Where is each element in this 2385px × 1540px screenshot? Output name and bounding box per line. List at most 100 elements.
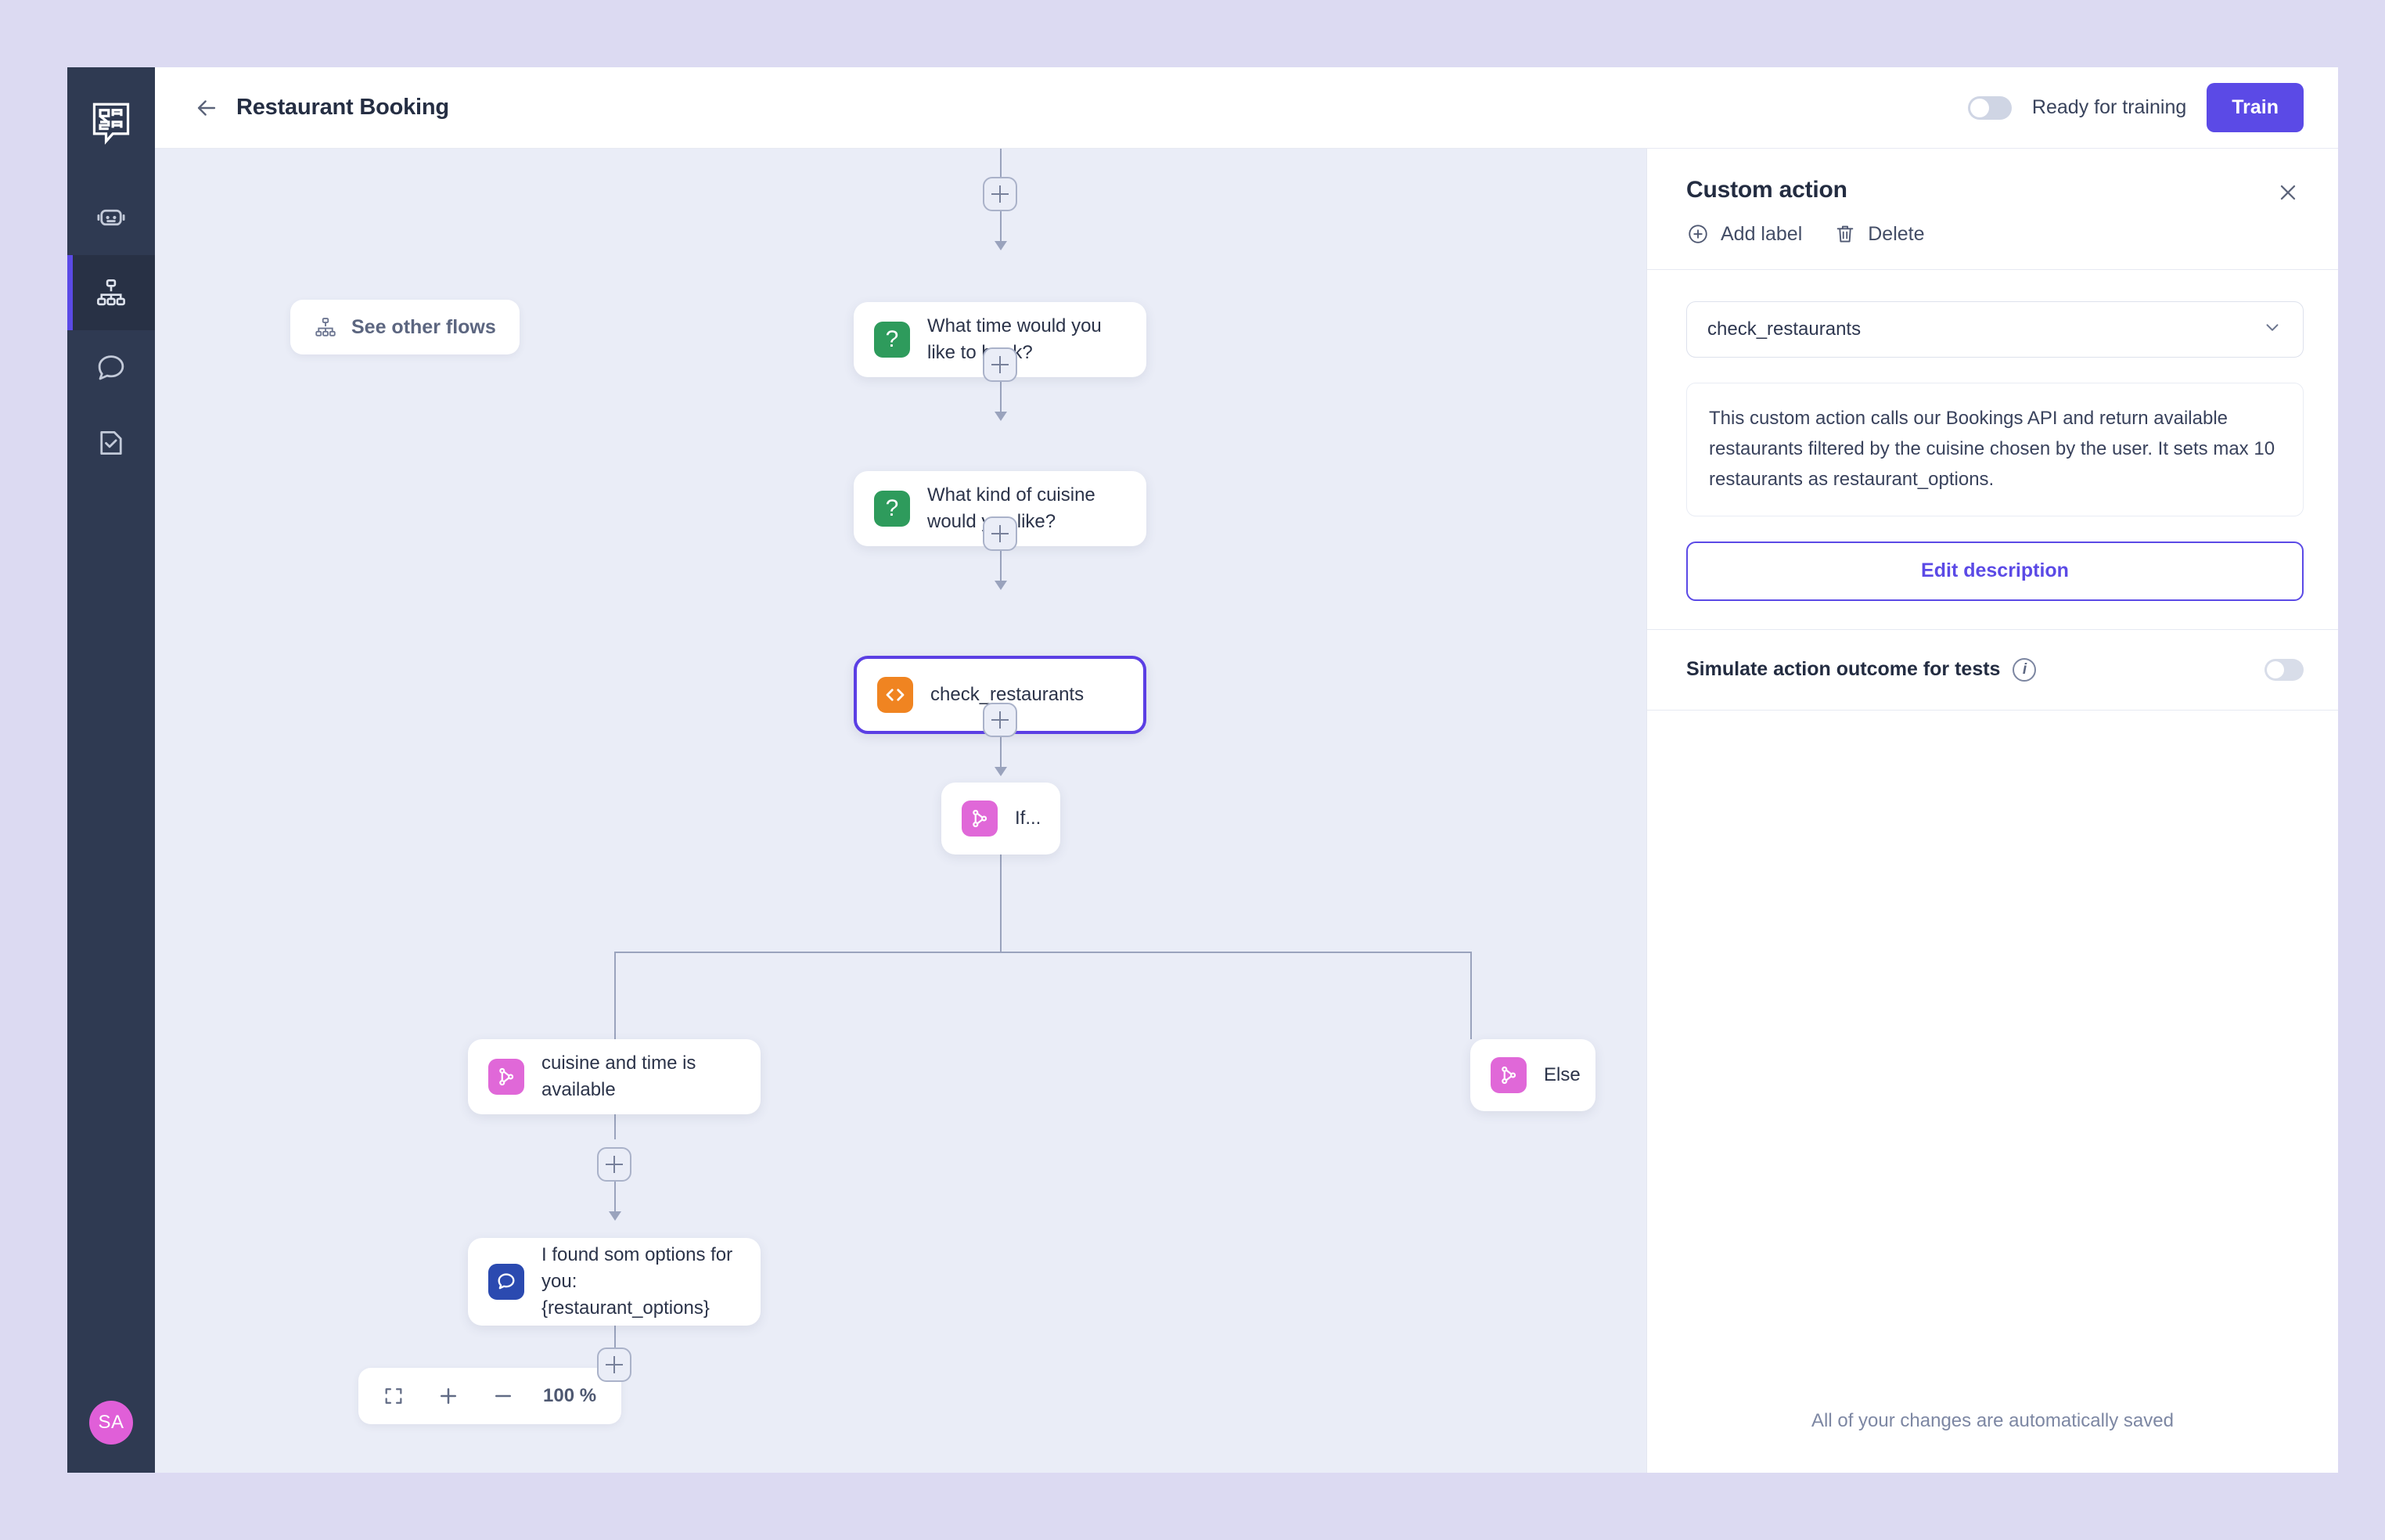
- see-other-flows-label: See other flows: [351, 316, 496, 339]
- close-icon: [2275, 180, 2300, 205]
- panel-title-row: Custom action: [1686, 177, 2304, 208]
- add-step-button-1[interactable]: [983, 177, 1017, 211]
- panel-body: check_restaurants This custom action cal…: [1647, 270, 2338, 629]
- arrow-node4: [995, 767, 1007, 776]
- action-select-value: check_restaurants: [1707, 318, 1861, 340]
- edge-split-left: [614, 952, 616, 1039]
- plus-circle-icon: [1686, 222, 1710, 246]
- branch-icon: [962, 801, 998, 837]
- flow-node-label: What kind of cuisine would you like?: [927, 482, 1126, 535]
- add-label-text: Add label: [1721, 223, 1802, 246]
- train-button[interactable]: Train: [2207, 83, 2304, 132]
- flow-node-label: If...: [1015, 805, 1041, 832]
- body-row: See other flows: [155, 149, 2338, 1473]
- avatar[interactable]: SA: [89, 1401, 133, 1445]
- flow-node-branch-true[interactable]: cuisine and time is available: [468, 1039, 761, 1114]
- app-window: SA Restaurant Booking Ready for training…: [67, 67, 2338, 1473]
- document-check-icon: [95, 426, 128, 459]
- toggle-knob: [2267, 661, 2284, 678]
- edge-plus3-to-node3: [1000, 551, 1002, 584]
- branch-icon: [488, 1059, 524, 1095]
- add-step-button-6[interactable]: [597, 1348, 631, 1382]
- sidebar-item-tests[interactable]: [67, 405, 155, 480]
- auto-saved-note: All of your changes are automatically sa…: [1647, 1410, 2338, 1432]
- arrow-node1: [995, 241, 1007, 250]
- ready-for-training-label: Ready for training: [2032, 96, 2186, 119]
- arrow-node3: [995, 581, 1007, 590]
- rail-item-list: [67, 180, 155, 480]
- action-description: This custom action calls our Bookings AP…: [1686, 383, 2304, 516]
- back-button[interactable]: [186, 88, 227, 128]
- edge-plus5-to-message: [614, 1182, 616, 1214]
- toggle-knob: [1970, 99, 1989, 117]
- flow-node-bot-message[interactable]: I found som options for you: {restaurant…: [468, 1238, 761, 1326]
- arrow-node2: [995, 412, 1007, 421]
- flow-node-branch-if[interactable]: If...: [941, 783, 1060, 855]
- edge-top-stub: [1000, 149, 1002, 177]
- action-select[interactable]: check_restaurants: [1686, 301, 2304, 358]
- fit-screen-icon: [383, 1385, 405, 1407]
- question-icon: ?: [874, 491, 910, 527]
- see-other-flows-button[interactable]: See other flows: [290, 300, 520, 354]
- robot-icon: [95, 201, 128, 234]
- question-icon: ?: [874, 322, 910, 358]
- edge-split-horizontal: [614, 952, 1471, 953]
- zoom-out-button[interactable]: [479, 1372, 527, 1420]
- sitemap-icon: [314, 315, 337, 339]
- page-title: Restaurant Booking: [236, 95, 449, 121]
- custom-action-panel: Custom action Add label: [1646, 149, 2338, 1473]
- chat-bubble-icon: [95, 351, 128, 384]
- fit-screen-button[interactable]: [369, 1372, 418, 1420]
- code-icon: [877, 677, 913, 713]
- flow-node-branch-else[interactable]: Else: [1470, 1039, 1595, 1111]
- speech-bubble-icon: [488, 1264, 524, 1300]
- close-panel-button[interactable]: [2272, 177, 2304, 208]
- ready-for-training-toggle[interactable]: [1968, 96, 2012, 120]
- edge-if-down: [1000, 855, 1002, 952]
- chevron-down-icon: [2262, 317, 2282, 343]
- sidebar-item-conversations[interactable]: [67, 330, 155, 405]
- add-step-button-4[interactable]: [983, 703, 1017, 737]
- info-icon[interactable]: i: [2013, 658, 2036, 682]
- flow-node-label: I found som options for you: {restaurant…: [541, 1242, 740, 1322]
- branch-icon: [1491, 1057, 1527, 1093]
- sidebar-item-flows[interactable]: [67, 255, 155, 330]
- edge-plus4-to-node4: [1000, 737, 1002, 770]
- delete-text: Delete: [1868, 223, 1924, 246]
- trash-icon: [1833, 222, 1857, 246]
- zoom-toolbar: 100 %: [358, 1368, 621, 1424]
- panel-title: Custom action: [1686, 177, 1847, 203]
- zoom-level-label: 100 %: [534, 1385, 610, 1407]
- flow-node-label: What time would you like to book?: [927, 313, 1126, 366]
- sidebar-item-assistant[interactable]: [67, 180, 155, 255]
- arrow-message: [609, 1211, 621, 1221]
- add-step-button-3[interactable]: [983, 516, 1017, 551]
- left-navigation-rail: SA: [67, 67, 155, 1473]
- topbar-actions: Ready for training Train: [1968, 83, 2304, 132]
- add-step-button-2[interactable]: [983, 347, 1017, 382]
- simulate-outcome-toggle[interactable]: [2264, 659, 2304, 681]
- plus-icon: [437, 1384, 460, 1408]
- simulate-outcome-row: Simulate action outcome for tests i: [1647, 630, 2338, 710]
- minus-icon: [491, 1384, 515, 1408]
- panel-divider-bottom: [1647, 710, 2338, 711]
- zoom-in-button[interactable]: [424, 1372, 473, 1420]
- flow-canvas[interactable]: See other flows: [155, 149, 1646, 1473]
- delete-button[interactable]: Delete: [1833, 222, 1924, 246]
- flow-node-label: Else: [1544, 1062, 1581, 1088]
- panel-header: Custom action Add label: [1647, 149, 2338, 269]
- add-step-button-5[interactable]: [597, 1147, 631, 1182]
- simulate-outcome-label: Simulate action outcome for tests: [1686, 658, 2000, 681]
- edge-split-right: [1470, 952, 1472, 1039]
- add-label-button[interactable]: Add label: [1686, 222, 1802, 246]
- arrow-left-icon: [193, 95, 220, 121]
- panel-actions: Add label Delete: [1686, 222, 2304, 246]
- topbar: Restaurant Booking Ready for training Tr…: [155, 67, 2338, 149]
- rasa-logo[interactable]: [89, 102, 133, 146]
- flow-node-label: cuisine and time is available: [541, 1050, 740, 1103]
- edit-description-button[interactable]: Edit description: [1686, 542, 2304, 601]
- edge-plus1-to-node1: [1000, 211, 1002, 244]
- edge-plus2-to-node2: [1000, 382, 1002, 415]
- flow-sitemap-icon: [95, 276, 128, 309]
- main-area: Restaurant Booking Ready for training Tr…: [155, 67, 2338, 1473]
